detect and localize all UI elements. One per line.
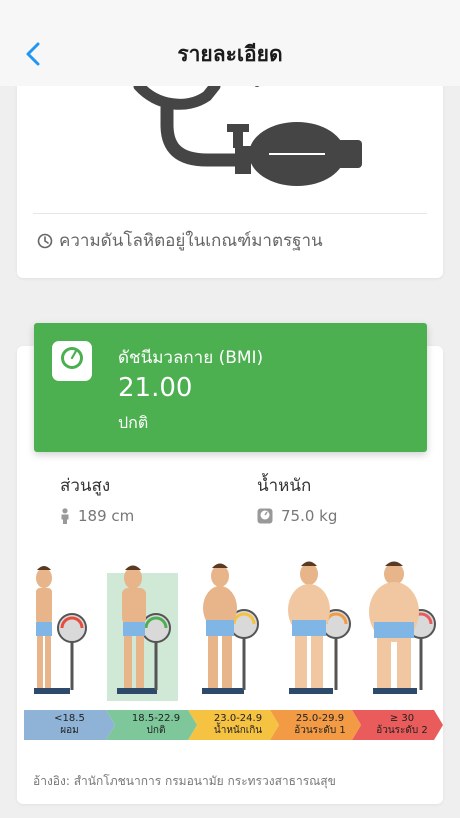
app-header: รายละเอียด — [0, 0, 460, 86]
category-label: ปกติ — [146, 725, 166, 736]
weight-scale-icon — [52, 341, 92, 381]
weight-block: น้ำหนัก 75.0 kg — [257, 472, 337, 525]
height-value: 189 cm — [78, 507, 135, 525]
category-range: 23.0-24.9 — [213, 713, 263, 724]
bmi-banner: ดัชนีมวลกาย (BMI) 21.00 ปกติ — [34, 323, 427, 452]
category-range: ≥ 30 — [389, 713, 415, 724]
height-label: ส่วนสูง — [60, 476, 111, 496]
bp-status-row: ความดันโลหิตอยู่ในเกณฑ์มาตรฐาน — [37, 227, 323, 254]
page-title: รายละเอียด — [177, 42, 283, 66]
body-type-illustrations — [34, 561, 436, 694]
bmi-category-scale: <18.5 ผอม 18.5-22.9 ปกติ 23.0-24.9 น้ำหน… — [24, 710, 443, 740]
category-label: น้ำหนักเกิน — [213, 725, 263, 736]
bmi-title: ดัชนีมวลกาย (BMI) — [118, 348, 264, 368]
clock-icon — [37, 233, 53, 248]
blood-pressure-gauge-icon — [133, 80, 362, 186]
category-range: <18.5 — [54, 713, 85, 724]
figure-underweight — [34, 566, 87, 694]
category-range: 18.5-22.9 — [131, 713, 181, 724]
category-overweight: 23.0-24.9 น้ำหนักเกิน — [188, 710, 279, 740]
category-obese-2: ≥ 30 อ้วนระดับ 2 — [352, 710, 443, 740]
figure-obese-2 — [369, 561, 436, 694]
category-label: ผอม — [60, 725, 79, 736]
divider — [33, 213, 427, 214]
category-range: 25.0-29.9 — [295, 713, 345, 724]
category-label: อ้วนระดับ 1 — [294, 725, 346, 736]
category-underweight: <18.5 ผอม — [24, 710, 115, 740]
weight-value: 75.0 kg — [281, 507, 338, 525]
category-normal: 18.5-22.9 ปกติ — [106, 710, 197, 740]
blood-pressure-card: ความดันโลหิตอยู่ในเกณฑ์มาตรฐาน — [17, 70, 443, 278]
category-label: อ้วนระดับ 2 — [376, 725, 428, 736]
reference-text: อ้างอิง: สำนักโภชนาการ กรมอนามัย กระทรวง… — [33, 774, 336, 788]
height-block: ส่วนสูง 189 cm — [60, 472, 134, 525]
figure-normal — [117, 565, 171, 694]
bmi-status: ปกติ — [118, 413, 149, 432]
scale-small-icon — [257, 508, 273, 524]
bmi-value: 21.00 — [118, 373, 193, 403]
figure-obese-1 — [288, 561, 351, 694]
person-icon — [61, 508, 69, 524]
figure-overweight — [202, 563, 259, 694]
category-obese-1: 25.0-29.9 อ้วนระดับ 1 — [270, 710, 361, 740]
weight-label: น้ำหนัก — [257, 476, 312, 496]
bp-status-text: ความดันโลหิตอยู่ในเกณฑ์มาตรฐาน — [59, 231, 323, 251]
